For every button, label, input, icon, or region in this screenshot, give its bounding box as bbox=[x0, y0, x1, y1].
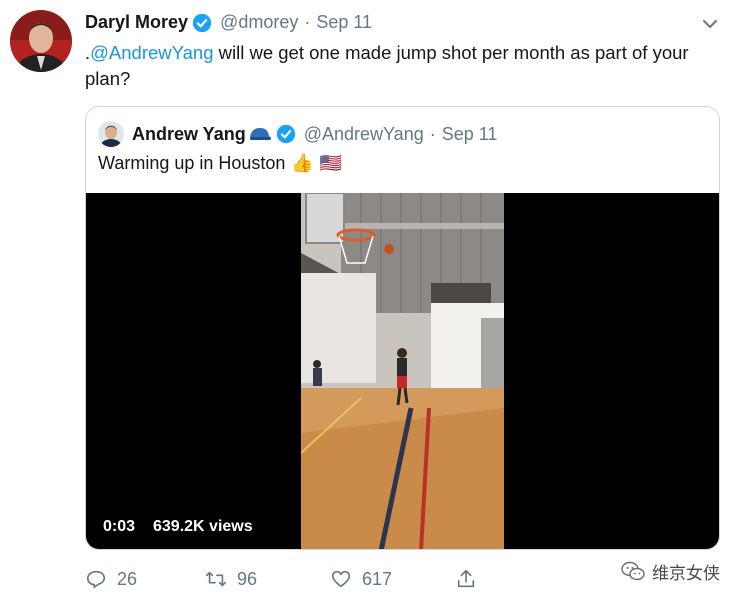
retweet-count: 96 bbox=[237, 568, 258, 589]
mention-link[interactable]: @AndrewYang bbox=[90, 42, 213, 63]
quoted-tweet-date: Sep 11 bbox=[441, 123, 498, 144]
thumbs-up-emoji: 👍 bbox=[291, 153, 314, 173]
tweet-text: .@AndrewYang will we get one made jump s… bbox=[85, 40, 715, 92]
tweet-header: Daryl Morey @dmorey · Sep 11 bbox=[85, 12, 372, 33]
cap-icon bbox=[248, 125, 272, 143]
share-button[interactable] bbox=[455, 568, 487, 590]
share-icon bbox=[457, 569, 475, 588]
quoted-tweet-header: Andrew Yang @AndrewYang · Sep 11 bbox=[98, 121, 497, 147]
watermark-text: 维京女侠 bbox=[652, 563, 720, 583]
like-icon bbox=[331, 570, 351, 588]
quoted-author-name: Andrew Yang bbox=[132, 123, 246, 144]
us-flag-emoji: 🇺🇸 bbox=[319, 153, 343, 173]
reply-icon bbox=[86, 570, 106, 589]
verified-badge-icon bbox=[192, 13, 212, 33]
quoted-author-avatar bbox=[98, 121, 124, 147]
wechat-icon bbox=[621, 561, 645, 581]
quoted-tweet-text: Warming up in Houston 👍 🇺🇸 bbox=[98, 153, 342, 174]
verified-badge-icon bbox=[276, 124, 296, 144]
quoted-author-handle: @AndrewYang bbox=[303, 123, 424, 144]
separator-dot: · bbox=[429, 123, 436, 144]
quoted-tweet-card[interactable]: Andrew Yang @AndrewYang · Sep 11 Warming… bbox=[85, 106, 720, 550]
retweet-icon bbox=[206, 571, 226, 587]
video-player[interactable]: 0:03 639.2K views bbox=[86, 193, 719, 549]
action-bar: 26 96 617 bbox=[85, 568, 485, 596]
reply-count: 26 bbox=[117, 568, 138, 589]
tweet-date[interactable]: Sep 11 bbox=[316, 12, 372, 33]
video-frame bbox=[301, 193, 504, 549]
like-button[interactable]: 617 bbox=[330, 568, 392, 590]
chevron-down-icon[interactable] bbox=[700, 14, 720, 34]
author-handle[interactable]: @dmorey bbox=[220, 12, 298, 33]
author-name[interactable]: Daryl Morey bbox=[85, 12, 188, 33]
author-avatar[interactable] bbox=[10, 10, 72, 72]
watermark: 维京女侠 bbox=[620, 558, 720, 584]
reply-button[interactable]: 26 bbox=[85, 568, 137, 590]
retweet-button[interactable]: 96 bbox=[205, 568, 257, 590]
quoted-tweet-body: Warming up in Houston bbox=[98, 153, 286, 173]
video-duration-badge: 0:03 bbox=[96, 513, 143, 541]
separator-dot: · bbox=[304, 12, 311, 32]
video-views-badge: 639.2K views bbox=[146, 513, 260, 541]
like-count: 617 bbox=[362, 568, 393, 589]
